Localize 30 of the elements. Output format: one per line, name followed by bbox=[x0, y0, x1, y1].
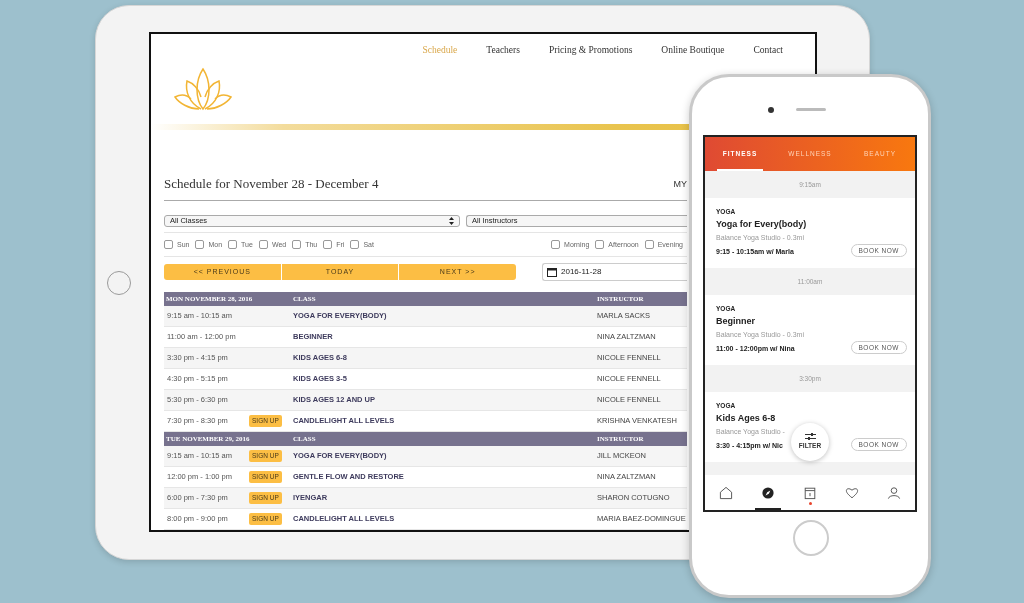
checkbox[interactable] bbox=[258, 240, 268, 250]
checkbox[interactable] bbox=[292, 240, 302, 250]
checkbox[interactable] bbox=[595, 240, 605, 250]
checkbox[interactable] bbox=[551, 240, 561, 250]
compass-icon[interactable] bbox=[760, 484, 776, 501]
calendar-icon bbox=[547, 267, 557, 277]
home-icon[interactable] bbox=[718, 484, 734, 501]
speaker-slot bbox=[796, 108, 826, 111]
camera-icon bbox=[768, 107, 774, 113]
class-title: Kids Ages 6-8 bbox=[716, 411, 776, 425]
nav-link[interactable]: Pricing & Promotions bbox=[548, 43, 633, 58]
date-field[interactable]: 2016-11-28 bbox=[542, 263, 687, 281]
checkbox[interactable] bbox=[350, 240, 360, 250]
nav-link[interactable]: Teachers bbox=[486, 43, 520, 58]
my-link[interactable]: MY bbox=[673, 178, 687, 194]
class-title: Yoga for Every(body) bbox=[716, 217, 807, 231]
class-title: Beginner bbox=[716, 314, 755, 328]
checkbox[interactable] bbox=[228, 240, 238, 250]
checkbox[interactable] bbox=[195, 240, 205, 250]
checkbox[interactable] bbox=[164, 240, 173, 250]
select-arrows-icon bbox=[449, 216, 454, 225]
nav-link[interactable]: Online Boutique bbox=[661, 43, 725, 58]
home-button[interactable] bbox=[793, 520, 829, 556]
nav-link[interactable]: Contact bbox=[753, 43, 783, 58]
checkbox[interactable] bbox=[644, 240, 654, 250]
lotus-logo-icon bbox=[173, 67, 233, 112]
checkbox[interactable] bbox=[323, 240, 333, 250]
sliders-icon bbox=[804, 433, 816, 441]
user-icon[interactable] bbox=[886, 484, 902, 501]
schedule-title: Schedule for November 28 - December 4 bbox=[164, 175, 379, 193]
